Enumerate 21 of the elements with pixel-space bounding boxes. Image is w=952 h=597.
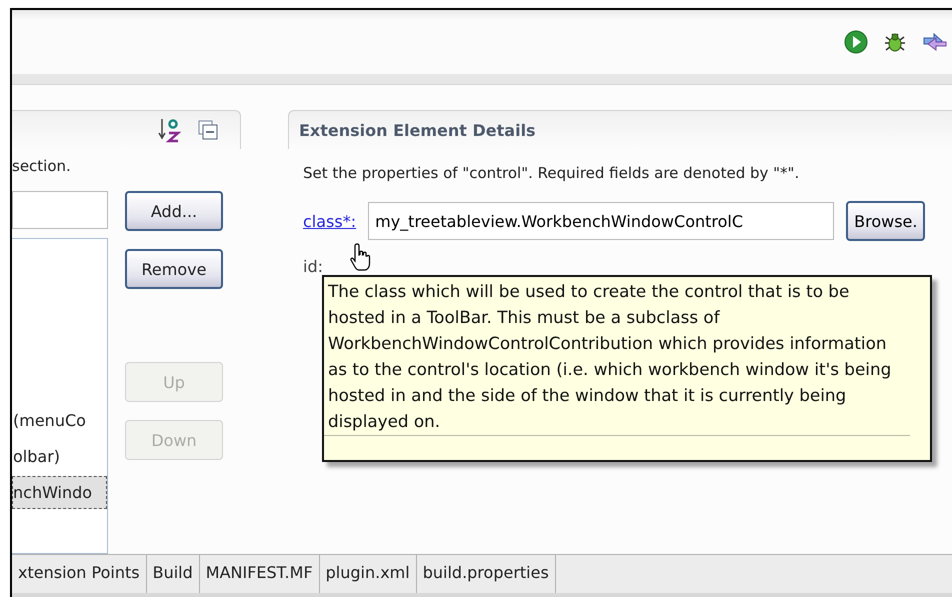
editor-tab[interactable]: plugin.xml [320, 555, 417, 593]
sort-icon[interactable] [158, 117, 182, 143]
field-label: id: [303, 256, 323, 276]
list-button[interactable]: Remove [125, 249, 223, 289]
field-link[interactable]: class*: [303, 212, 356, 230]
list-item[interactable]: nchWindo [12, 476, 107, 509]
run-icon[interactable] [844, 30, 868, 54]
class-field[interactable]: my_treetableview.WorkbenchWindowControlC [368, 202, 834, 240]
section-description: Set the properties of "control". Required fields are denoted by "*". [303, 164, 800, 182]
filter-field[interactable] [12, 191, 108, 229]
list-item[interactable]: (menuCo [12, 404, 107, 437]
list-item[interactable]: olbar) [12, 440, 107, 473]
list-button[interactable]: Add... [125, 191, 223, 231]
browse-button[interactable]: Browse. [846, 201, 926, 241]
editor-tab[interactable]: build.properties [416, 555, 556, 593]
collapse-all-icon[interactable] [198, 120, 218, 140]
hand-cursor-icon [350, 242, 372, 272]
section-title: Extension Element Details [299, 120, 536, 140]
section-description: section. [12, 157, 72, 177]
editor-tab[interactable]: Build [146, 555, 200, 593]
tooltip-text: The class which will be used to create the control that is to be hosted in a ToolBar. This must be a subclass of WorkbenchWindowControlContribution which provides information as to the control's location (i.e. which workbench window it's being hosted in and the side of the window that it is currently being displayed on. [324, 277, 910, 436]
